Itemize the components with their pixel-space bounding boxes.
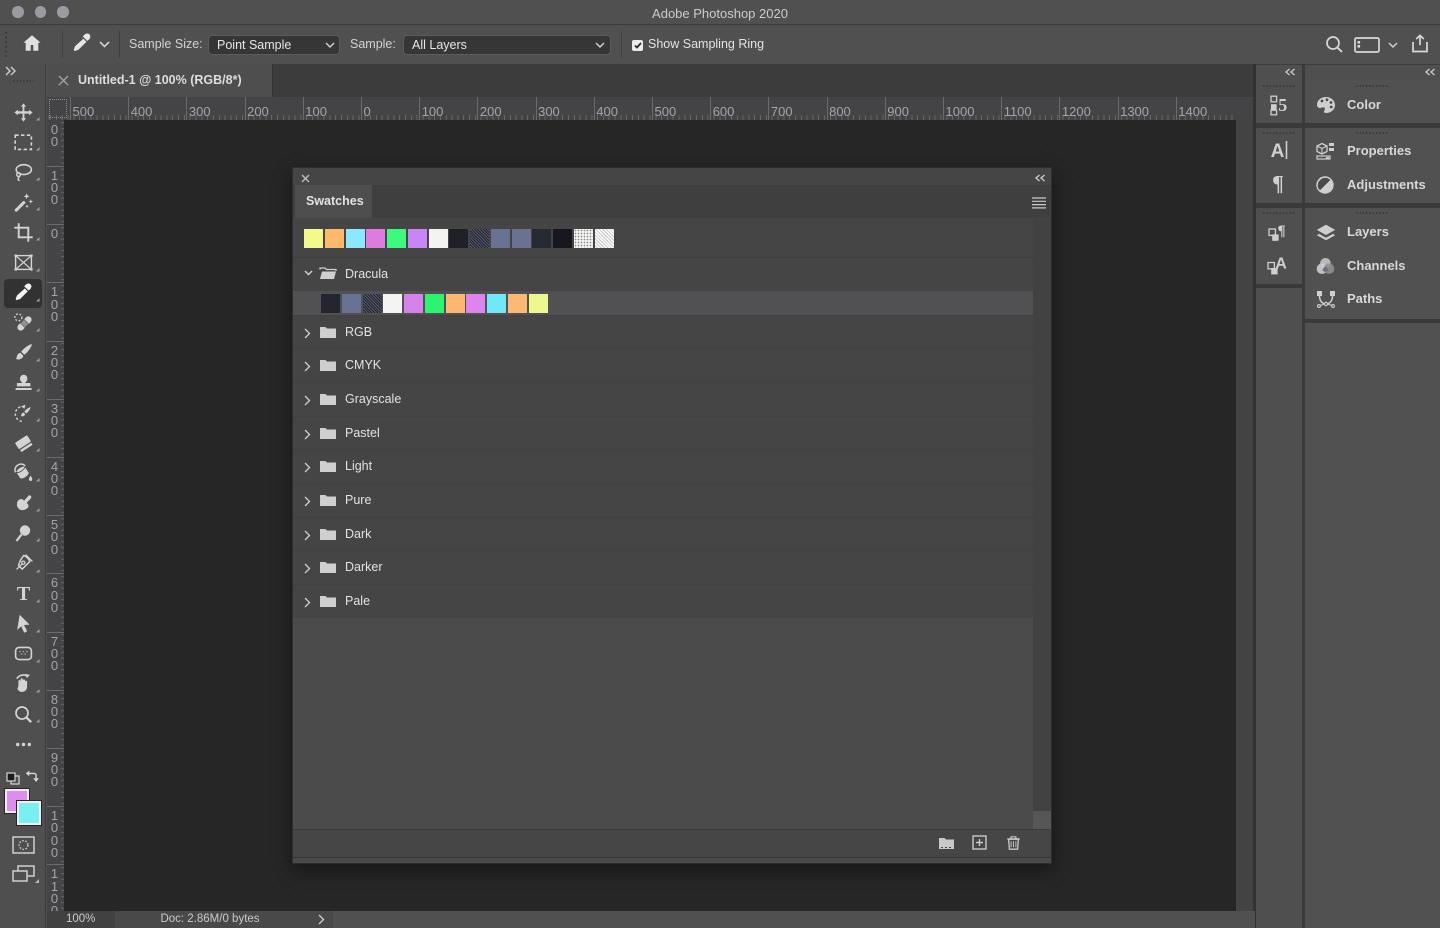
svg-text:T: T — [17, 583, 31, 605]
svg-text:¶: ¶ — [1277, 223, 1285, 239]
svg-text:5: 5 — [1278, 95, 1287, 115]
svg-text:¶: ¶ — [1272, 171, 1284, 196]
svg-text:A: A — [1270, 141, 1284, 162]
